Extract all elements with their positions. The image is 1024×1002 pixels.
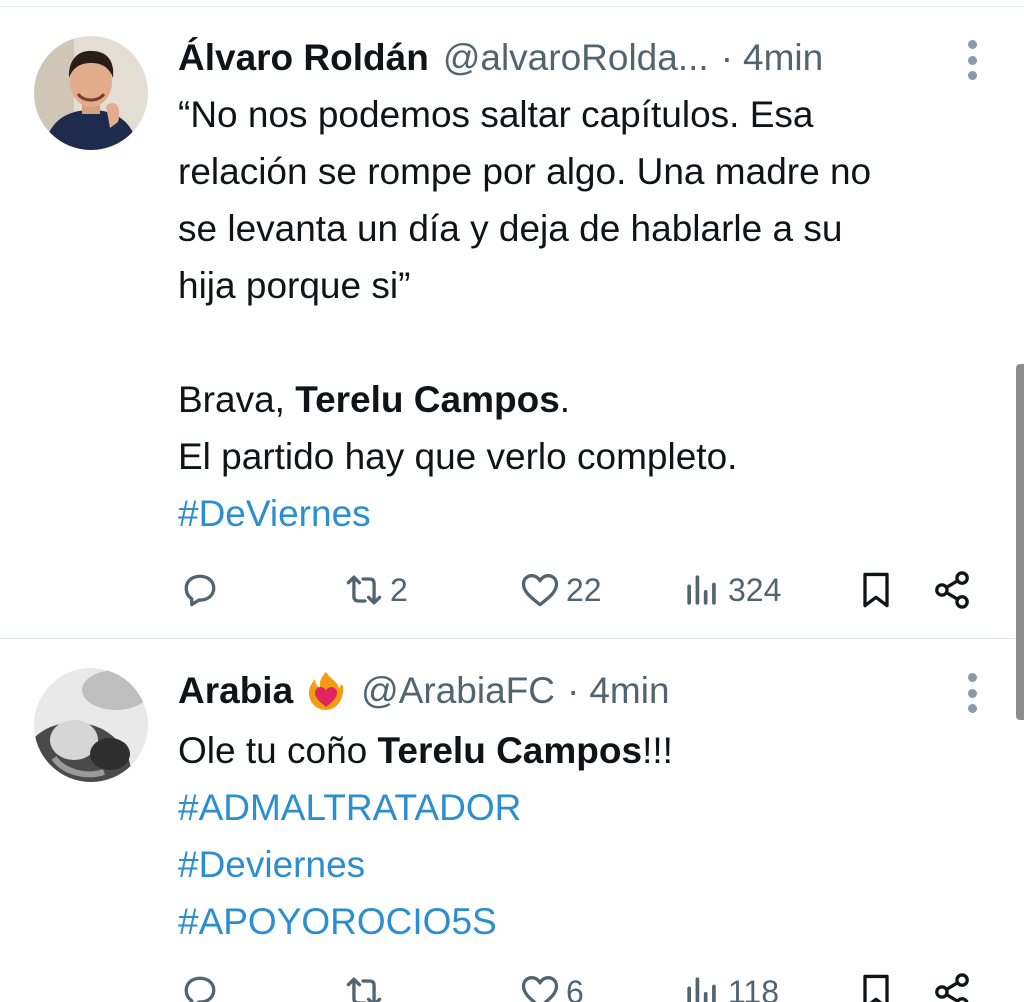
tweet-actions: 2 22 324 [178, 560, 978, 620]
bookmark-button[interactable] [854, 560, 898, 620]
tweet-header: Arabia @ArabiaFC · 4min [178, 666, 984, 716]
views-chart-icon [687, 977, 716, 1002]
more-options-icon[interactable] [966, 673, 978, 713]
author-handle[interactable]: @ArabiaFC [361, 670, 555, 712]
author-handle[interactable]: @alvaroRolda... [443, 37, 709, 79]
avatar-photo-icon [34, 668, 148, 782]
text-line: Brava, Terelu Campos. [178, 371, 994, 428]
share-icon [935, 973, 969, 1002]
hashtag-link[interactable]: #ADMALTRATADOR [178, 779, 994, 836]
hashtag-link[interactable]: #APOYOROCIO5S [178, 893, 994, 950]
bookmark-icon [863, 572, 889, 608]
text-line: “No nos podemos saltar capítulos. Esa [178, 94, 814, 135]
timestamp[interactable]: 4min [743, 37, 823, 79]
views-count: 118 [728, 973, 780, 1002]
text-line: El partido hay que verlo completo. [178, 436, 738, 477]
avatar[interactable] [34, 36, 148, 150]
retweet-button[interactable]: 2 [342, 560, 408, 620]
hashtag-link[interactable]: #DeViernes [178, 485, 994, 542]
bookmark-icon [863, 974, 889, 1002]
like-count: 22 [566, 571, 602, 608]
tweet[interactable]: Álvaro Roldán @alvaroRolda... · 4min “No… [0, 0, 1024, 638]
scrollbar[interactable] [1016, 364, 1024, 720]
tweet-text: Ole tu coño Terelu Campos!!! #ADMALTRATA… [178, 722, 994, 950]
mentioned-name: Terelu Campos [377, 730, 643, 771]
text-fragment: !!! [642, 730, 673, 771]
like-count: 6 [566, 973, 584, 1002]
mentioned-name: Terelu Campos [295, 379, 560, 420]
tweet[interactable]: Arabia @ArabiaFC · 4min Ole tu coño Tere… [0, 639, 1024, 1002]
views-button[interactable]: 324 [680, 560, 781, 620]
heart-icon [521, 976, 559, 1002]
retweet-icon [346, 575, 382, 605]
more-options-icon[interactable] [966, 40, 978, 80]
like-button[interactable]: 6 [518, 962, 584, 1002]
retweet-count: 2 [390, 571, 408, 608]
hashtag-link[interactable]: #Deviernes [178, 836, 994, 893]
reply-icon [184, 976, 216, 1002]
author-name[interactable]: Álvaro Roldán [178, 37, 429, 79]
avatar-photo-icon [34, 36, 148, 150]
text-line: se levanta un día y deja de hablarle a s… [178, 208, 843, 249]
text-fragment: Ole tu coño [178, 730, 378, 771]
heart-on-fire-icon [305, 670, 347, 712]
separator-dot: · [720, 37, 734, 78]
tweet-text: “No nos podemos saltar capítulos. Esa re… [178, 86, 994, 542]
bookmark-button[interactable] [854, 962, 898, 1002]
retweet-button[interactable] [342, 962, 390, 1002]
share-button[interactable] [930, 560, 974, 620]
text-fragment: Brava, [178, 379, 296, 420]
timestamp[interactable]: 4min [589, 670, 669, 712]
views-button[interactable]: 118 [680, 962, 779, 1002]
views-count: 324 [728, 571, 782, 608]
author-name[interactable]: Arabia [178, 670, 293, 712]
separator-dot: · [567, 670, 580, 711]
views-chart-icon [687, 575, 716, 605]
share-icon [935, 571, 969, 609]
heart-icon [521, 574, 559, 607]
like-button[interactable]: 22 [518, 560, 602, 620]
timeline: Álvaro Roldán @alvaroRolda... · 4min “No… [0, 0, 1024, 1002]
tweet-header: Álvaro Roldán @alvaroRolda... · 4min [178, 33, 984, 83]
text-line: Ole tu coño Terelu Campos!!! [178, 722, 994, 779]
tweet-actions: 6 118 [178, 962, 978, 1002]
retweet-icon [346, 977, 382, 1002]
text-line: relación se rompe por algo. Una madre no [178, 151, 872, 192]
reply-button[interactable] [178, 560, 222, 620]
share-button[interactable] [930, 962, 974, 1002]
reply-button[interactable] [178, 962, 222, 1002]
text-fragment: . [559, 379, 571, 420]
reply-icon [184, 574, 216, 607]
heart-on-fire-icon [309, 672, 344, 710]
text-line: hija porque si” [178, 265, 411, 306]
avatar[interactable] [34, 668, 148, 782]
